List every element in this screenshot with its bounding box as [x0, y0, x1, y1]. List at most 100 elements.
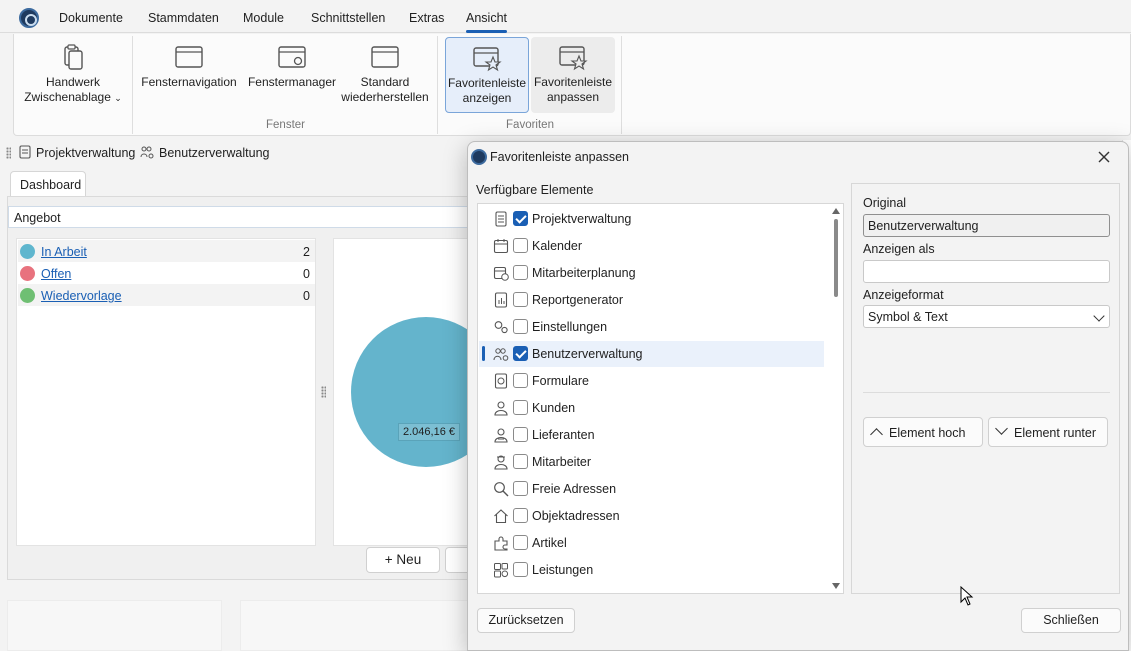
list-item-label: Mitarbeiterplanung: [532, 266, 636, 280]
list-item[interactable]: Kunden: [479, 395, 824, 421]
item-checkbox[interactable]: [513, 400, 528, 415]
scroll-down-icon[interactable]: [832, 583, 840, 589]
list-item[interactable]: Benutzerverwaltung: [479, 341, 824, 367]
group-label-favoriten: Favoriten: [506, 119, 554, 131]
favorites-dialog: Favoritenleiste anpassen Verfügbare Elem…: [467, 141, 1129, 651]
menu-schnittstellen[interactable]: Schnittstellen: [311, 11, 385, 25]
customer-icon: [494, 401, 508, 416]
dialog-title: Favoritenleiste anpassen: [490, 150, 629, 164]
item-checkbox[interactable]: [513, 481, 528, 496]
item-checkbox[interactable]: [513, 238, 528, 253]
app-logo-icon[interactable]: [19, 8, 39, 28]
item-checkbox[interactable]: [513, 373, 528, 388]
scrollbar[interactable]: [829, 204, 843, 593]
fenstermanager-button[interactable]: Fenstermanager: [244, 37, 340, 113]
employee-icon: [494, 455, 508, 470]
search-icon: [494, 482, 509, 497]
handwerk-zwischenablage-button[interactable]: Handwerk Zwischenablage ⌄: [19, 37, 127, 113]
move-down-button[interactable]: Element runter: [988, 417, 1108, 447]
fav-item-projektverwaltung[interactable]: Projektverwaltung: [36, 146, 135, 160]
drag-grip-icon[interactable]: [6, 147, 11, 159]
divider: [863, 392, 1110, 393]
dropdown-chevron-icon: ⌄: [114, 93, 122, 103]
selection-indicator: [482, 346, 485, 361]
item-checkbox[interactable]: [513, 292, 528, 307]
list-item-label: Reportgenerator: [532, 293, 624, 307]
handwerk-label-1: Handwerk: [45, 75, 101, 89]
item-checkbox[interactable]: [513, 427, 528, 442]
list-item-label: Leistungen: [532, 563, 594, 577]
list-item[interactable]: Mitarbeiterplanung: [479, 260, 824, 286]
list-item[interactable]: Einstellungen: [479, 314, 824, 340]
list-item-label: Formulare: [532, 374, 589, 388]
new-button[interactable]: + Neu: [366, 547, 440, 573]
fav-adjust-label-2: anpassen: [546, 90, 600, 104]
scroll-up-icon[interactable]: [832, 208, 840, 214]
home-icon: [494, 509, 508, 524]
move-up-button[interactable]: Element hoch: [863, 417, 983, 447]
available-elements-list[interactable]: Leistungen Artikel Objektadressen Freie Adr…: [477, 203, 844, 594]
status-row[interactable]: In Arbeit 2: [18, 240, 315, 262]
list-item[interactable]: Reportgenerator: [479, 287, 824, 313]
list-item[interactable]: Objektadressen: [479, 503, 824, 529]
form-icon: [494, 373, 508, 389]
item-checkbox[interactable]: [513, 265, 528, 280]
status-row[interactable]: Offen 0: [18, 262, 315, 284]
tab-dashboard[interactable]: Dashboard: [10, 171, 86, 197]
menu-extras[interactable]: Extras: [409, 11, 444, 25]
fensternavigation-button[interactable]: Fensternavigation: [139, 37, 239, 113]
move-down-label: Element runter: [1014, 426, 1096, 440]
dialog-app-icon: [471, 149, 487, 165]
item-checkbox[interactable]: [513, 562, 528, 577]
splitter-grip-icon[interactable]: [321, 386, 326, 398]
menu-ansicht[interactable]: Ansicht: [466, 11, 507, 25]
item-checkbox[interactable]: [513, 535, 528, 550]
menu-dokumente[interactable]: Dokumente: [59, 11, 123, 25]
active-menu-indicator: [466, 30, 507, 33]
list-item-label: Kunden: [532, 401, 576, 415]
users-gear-icon: [140, 146, 154, 159]
item-checkbox[interactable]: [513, 454, 528, 469]
scroll-thumb[interactable]: [834, 219, 838, 297]
favoritenleiste-anzeigen-button[interactable]: Favoritenleiste anzeigen: [445, 37, 529, 113]
standard-wiederherstellen-button[interactable]: Standard wiederherstellen: [338, 37, 432, 113]
status-label[interactable]: In Arbeit: [41, 245, 87, 259]
available-elements-label: Verfügbare Elemente: [476, 183, 594, 197]
ribbon: Handwerk Zwischenablage ⌄ Fensternavigat…: [13, 34, 1131, 136]
menu-module[interactable]: Module: [243, 11, 284, 25]
window-restore-icon: [371, 46, 399, 68]
close-button[interactable]: Schließen: [1021, 608, 1121, 633]
item-checkbox[interactable]: [513, 211, 528, 226]
display-as-input[interactable]: [863, 260, 1110, 283]
format-select[interactable]: Symbol & Text: [863, 305, 1110, 328]
favoritenleiste-anpassen-button[interactable]: Favoritenleiste anpassen: [531, 37, 615, 113]
clipboard-copy-icon: [64, 44, 83, 70]
list-item[interactable]: Leistungen: [479, 557, 824, 583]
status-label[interactable]: Offen: [41, 267, 71, 281]
list-item[interactable]: Freie Adressen: [479, 476, 824, 502]
item-checkbox[interactable]: [513, 346, 528, 361]
reset-button[interactable]: Zurücksetzen: [477, 608, 575, 633]
status-row[interactable]: Wiedervorlage 0: [18, 284, 315, 306]
move-up-label: Element hoch: [889, 426, 966, 440]
fenstermanager-label: Fenstermanager: [247, 75, 337, 89]
close-icon[interactable]: [1096, 149, 1112, 165]
standard-label-1: Standard: [360, 75, 410, 89]
original-label: Original: [863, 196, 907, 210]
item-checkbox[interactable]: [513, 508, 528, 523]
list-item[interactable]: Mitarbeiter: [479, 449, 824, 475]
list-item[interactable]: Projektverwaltung: [479, 206, 824, 232]
format-label: Anzeigeformat: [863, 288, 944, 302]
list-item[interactable]: Formulare: [479, 368, 824, 394]
dashboard-card: [240, 600, 470, 651]
pie-slice-in-arbeit[interactable]: [351, 317, 469, 467]
status-label[interactable]: Wiedervorlage: [41, 289, 122, 303]
item-checkbox[interactable]: [513, 319, 528, 334]
list-item[interactable]: Kalender: [479, 233, 824, 259]
fav-item-benutzerverwaltung[interactable]: Benutzerverwaltung: [159, 146, 269, 160]
handwerk-label-2: Zwischenablage ⌄: [24, 90, 122, 104]
list-item[interactable]: Lieferanten: [479, 422, 824, 448]
list-item[interactable]: Artikel: [479, 530, 824, 556]
menu-stammdaten[interactable]: Stammdaten: [148, 11, 219, 25]
chevron-down-icon: [1093, 310, 1105, 322]
